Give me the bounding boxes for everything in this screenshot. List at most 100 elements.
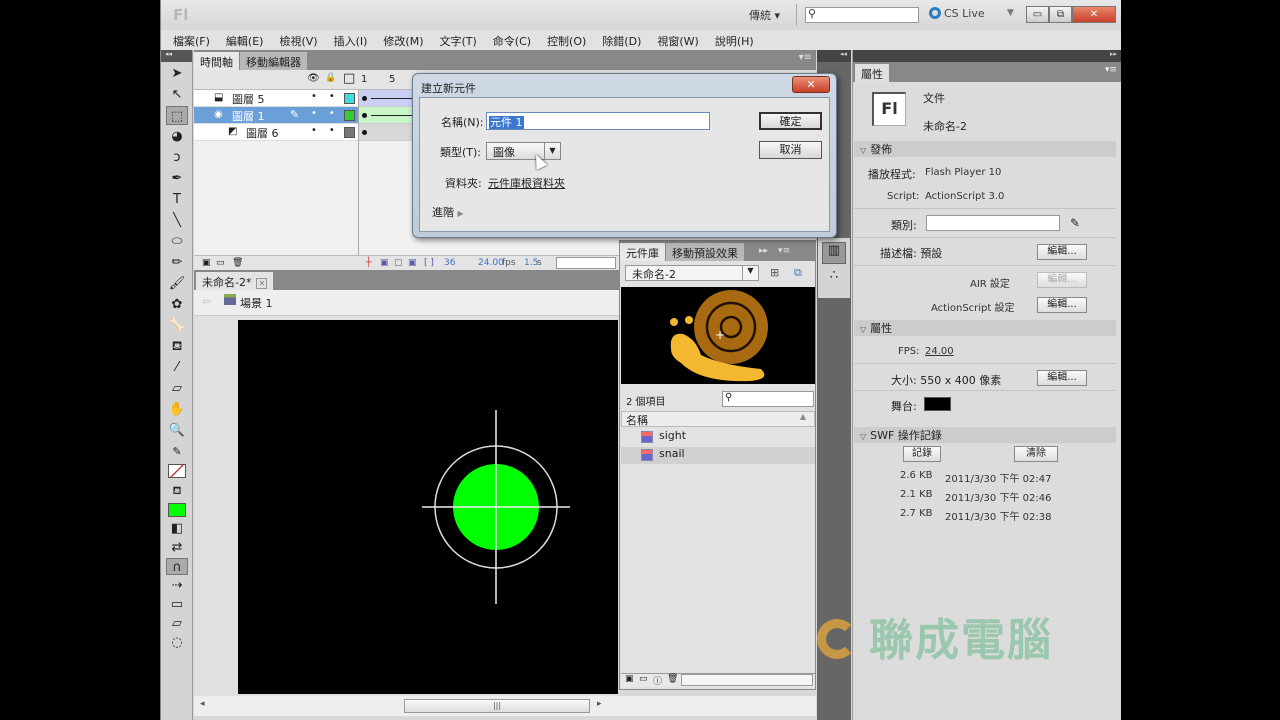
selection-tool[interactable]: ➤ (166, 64, 188, 83)
menu-item[interactable]: 控制(O) (547, 30, 593, 50)
new-library-icon[interactable]: ⧉ (794, 266, 802, 280)
option2-icon[interactable]: ◌ (166, 634, 188, 651)
new-folder-icon[interactable]: ▭ (639, 674, 648, 684)
layer-row[interactable]: ◩ 圖層 6 •• (194, 124, 358, 141)
log-button[interactable]: 記錄 (903, 446, 941, 462)
workspace-switcher[interactable]: 傳統 ▾ (749, 7, 780, 23)
eyedropper-tool[interactable]: ⁄ (166, 358, 188, 377)
bone-tool[interactable]: 🦴 (166, 316, 188, 335)
pencil-tool[interactable]: ✏ (166, 253, 188, 272)
motion-presets-icon[interactable]: ∴ (822, 268, 846, 290)
help-search-input[interactable]: ⚲ (805, 7, 919, 23)
onion-outline-icon[interactable]: ▣ (408, 258, 417, 268)
delete-icon[interactable]: 🗑 (667, 674, 678, 684)
free-transform-tool[interactable]: ⬚ (166, 106, 188, 125)
library-panel-icon[interactable]: ▥ (822, 242, 846, 264)
cs-live-button[interactable]: CS Live (929, 7, 985, 20)
visibility-lock-toggles[interactable]: •• (311, 108, 347, 119)
panel-menu-icon[interactable]: ▾≡ (778, 246, 790, 256)
menu-item[interactable]: 說明(H) (715, 30, 761, 50)
eye-icon[interactable]: 👁 (307, 73, 320, 84)
lasso-tool[interactable]: ↄ (166, 148, 188, 167)
frame-rate[interactable]: 24.00 (478, 258, 504, 268)
document-tab[interactable]: 未命名-2* ✕ (196, 272, 274, 290)
edit-profile-button[interactable]: 編輯... (1037, 244, 1087, 260)
new-symbol-icon[interactable]: ▣ (625, 674, 634, 684)
back-arrow-icon[interactable]: ⇦ (202, 295, 211, 308)
fps-value[interactable]: 24.00 (925, 346, 954, 357)
center-frame-icon[interactable]: ▣ (380, 258, 389, 268)
stroke-color-swatch[interactable] (168, 464, 186, 478)
visibility-lock-toggles[interactable]: •• (311, 91, 347, 102)
layer-row[interactable]: ◉ 圖層 1 •• ✎ (194, 107, 358, 124)
stage[interactable] (238, 320, 618, 694)
black-white-icon[interactable]: ◧ (166, 520, 188, 537)
hand-tool[interactable]: ✋ (166, 400, 188, 419)
close-tab-icon[interactable]: ✕ (256, 278, 268, 289)
pin-library-icon[interactable]: ⊞ (770, 266, 779, 279)
edit-multiple-icon[interactable]: [ ] (424, 258, 434, 268)
minimize-button[interactable]: ▭ (1026, 6, 1049, 23)
layer-outline-color[interactable] (344, 110, 355, 121)
menu-item[interactable]: 修改(M) (383, 30, 430, 50)
line-tool[interactable]: ╲ (166, 211, 188, 230)
tab-library[interactable]: 元件庫 (620, 243, 665, 261)
library-scrollbar[interactable] (681, 674, 813, 686)
panel-menu-icon[interactable]: ▾≡ (799, 52, 812, 63)
delete-layer-icon[interactable]: 🗑 (232, 258, 243, 268)
library-column-name[interactable]: 名稱 ▲ (621, 411, 815, 427)
close-button[interactable]: ✕ (1072, 6, 1116, 23)
menu-item[interactable]: 編輯(E) (226, 30, 271, 50)
pencil-edit-icon[interactable]: ✎ (1070, 216, 1080, 230)
cancel-button[interactable]: 取消 (759, 141, 822, 159)
dialog-close-button[interactable]: ✕ (792, 76, 830, 93)
new-folder-icon[interactable]: ▭ (216, 258, 225, 268)
menu-item[interactable]: 檢視(V) (279, 30, 324, 50)
restore-button[interactable]: ⧉ (1049, 6, 1072, 23)
panel-menu-icon[interactable]: ▾≡ (1105, 65, 1117, 75)
straighten-icon[interactable]: ▭ (166, 596, 188, 613)
scroll-left-icon[interactable]: ◂ (200, 699, 205, 709)
snap-magnet-icon[interactable]: ∩ (166, 558, 188, 575)
stage-horizontal-scrollbar[interactable]: ◂ ||| ▸ (194, 696, 816, 716)
pen-tool[interactable]: ✒ (166, 169, 188, 188)
keyframe-dot[interactable] (362, 113, 367, 118)
layer-outline-color[interactable] (344, 127, 355, 138)
current-frame[interactable]: 36 (444, 258, 455, 268)
outline-icon[interactable]: □ (343, 71, 355, 86)
library-item[interactable]: sight (621, 429, 815, 446)
menu-item[interactable]: 視窗(W) (657, 30, 705, 50)
symbol-name-input[interactable]: 元件 1 (486, 112, 710, 130)
expand-panel-icon[interactable]: ▸▸ (759, 246, 768, 256)
zoom-tool[interactable]: 🔍 (166, 421, 188, 440)
fill-color-swatch[interactable] (168, 503, 186, 517)
menu-item[interactable]: 命令(C) (493, 30, 538, 50)
scroll-right-icon[interactable]: ▸ (597, 699, 602, 709)
deco-tool[interactable]: ✿ (166, 295, 188, 314)
edit-actionscript-button[interactable]: 編輯... (1037, 297, 1087, 313)
scrollbar-thumb[interactable]: ||| (404, 699, 590, 713)
folder-link[interactable]: 元件庫根資料夾 (488, 175, 565, 191)
visibility-lock-toggles[interactable]: •• (311, 125, 347, 136)
timeline-scrollbar[interactable] (556, 257, 616, 269)
tab-motion-editor[interactable]: 移動編輯器 (240, 52, 307, 70)
subselection-tool[interactable]: ↖ (166, 85, 188, 104)
tab-properties[interactable]: 屬性 (855, 64, 889, 82)
sight-symbol[interactable] (238, 320, 618, 694)
tab-motion-presets[interactable]: 移動預設效果 (666, 243, 744, 261)
stage-color-swatch[interactable] (924, 397, 951, 411)
swf-history-section-header[interactable]: ▽ SWF 操作記錄 (854, 427, 1116, 443)
smooth-icon[interactable]: ⇢ (166, 577, 188, 594)
menu-item[interactable]: 除錯(D) (602, 30, 648, 50)
scene-label[interactable]: 場景 1 (240, 295, 273, 311)
properties-icon[interactable]: ⓘ (653, 674, 662, 687)
collapse-dock-icon[interactable]: ◂◂ (817, 50, 851, 62)
keyframe-dot[interactable] (362, 96, 367, 101)
menu-item[interactable]: 文字(T) (439, 30, 483, 50)
layer-outline-color[interactable] (344, 93, 355, 104)
tab-timeline[interactable]: 時間軸 (194, 52, 239, 70)
library-item[interactable]: snail (621, 447, 815, 464)
new-layer-icon[interactable]: ▣ (202, 258, 211, 268)
playhead-icon[interactable]: ┼ (366, 258, 371, 268)
option-icon[interactable]: ▱ (166, 615, 188, 632)
